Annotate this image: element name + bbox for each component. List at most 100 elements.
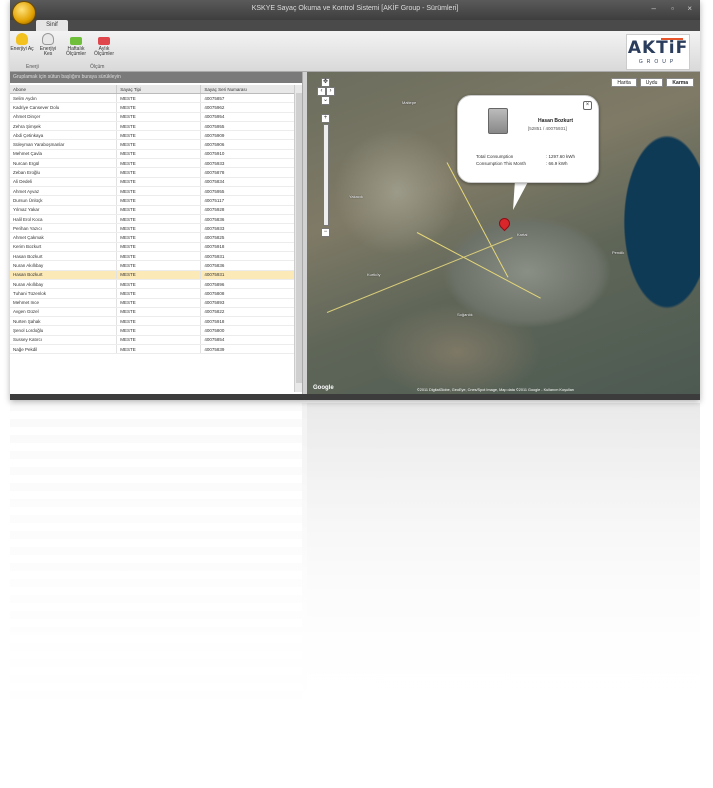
google-logo[interactable]: Google [313,385,334,391]
group-energy-label: Enerji [26,64,39,70]
cell-sayac-tipi: MESTE [116,232,202,243]
pan-down-button[interactable]: ⌄ [321,96,330,105]
info-window: × Hasan Bozkurt [52851 / 40075931] Total… [457,95,599,183]
table-row[interactable]: Abdi Çetinkaya MESTE 40075909 [10,130,302,141]
map-type-karma[interactable]: Karma [666,78,694,87]
table-row[interactable]: Şenol Lordoğlu MESTE 40075800 [10,325,302,336]
table-header-row: Abone Sayaç Tipi Sayaç Seri Numarası [10,85,302,94]
cell-abone: Hasan Bozkurt [10,270,118,280]
cell-abone: Zehra Şimşek [10,121,118,132]
energy-on-button[interactable]: Enerjiyi Aç [10,33,34,52]
app-window: KSKYE Sayaç Okuma ve Kontrol Sistemi [AK… [10,0,700,400]
total-consumption-label: Total Consumption [476,154,514,159]
cell-seri-no: 40075906 [200,139,302,150]
minimize-button[interactable]: – [652,4,656,13]
bulb-off-icon [42,33,54,45]
cell-abone: Nuran Akıllıbay [10,279,118,290]
table-row[interactable]: Mehmet Çavla MESTE 40075910 [10,149,302,160]
table-row[interactable]: Nurcan Ergül MESTE 40075933 [10,158,302,169]
window-title: KSKYE Sayaç Okuma ve Kontrol Sistemi [AK… [251,5,459,12]
column-header-sayac-tipi[interactable]: Sayaç Tipi [116,85,202,94]
table-row[interactable]: Avgen Güzel MESTE 40075822 [10,307,302,318]
weekly-measurements-button[interactable]: Haftalık Ölçümler [64,33,88,57]
cell-sayac-tipi: MESTE [116,251,202,262]
cell-abone: Mehmet Ince [10,298,118,308]
cell-sayac-tipi: MESTE [116,130,202,141]
close-icon[interactable]: × [583,101,592,110]
cell-sayac-tipi: MESTE [116,102,202,113]
cell-sayac-tipi: MESTE [116,139,202,150]
cell-sayac-tipi: MESTE [116,205,202,215]
table-row[interactable]: Halil Erol Koca MESTE 40075836 [10,214,302,225]
table-row[interactable]: Zehra Şimşek MESTE 40075955 [10,121,302,132]
table-row[interactable]: Hasan Bozkurt MESTE 40075931 [10,270,302,280]
group-by-bar[interactable]: Gruplamak için sütun başlığını buraya sü… [10,72,302,83]
table-row[interactable]: Zeban Eroğlu MESTE 40075878 [10,167,302,178]
title-bar: KSKYE Sayaç Okuma ve Kontrol Sistemi [AK… [10,0,700,20]
table-row[interactable]: Nurten Şahak MESTE 40075918 [10,316,302,327]
cell-seri-no: 40075931 [200,251,302,262]
table-row[interactable]: Mehmet Ince MESTE 40075893 [10,298,302,308]
table-row[interactable]: Nağe Pekdil MESTE 40075839 [10,344,302,355]
table-row[interactable]: Yılmaz Yakar MESTE 40075928 [10,205,302,215]
monthly-measurements-label: Aylık Ölçümler [93,46,114,57]
table-row[interactable]: Kerim Bozkurt MESTE 40075918 [10,242,302,253]
map-label: Soğanlık [457,312,473,317]
table-row[interactable]: Hasan Bozkurt MESTE 40075931 [10,251,302,262]
cell-seri-no: 40075854 [200,335,302,346]
map-type-uydu[interactable]: Uydu [639,78,664,87]
monthly-measurements-button[interactable]: Aylık Ölçümler [92,33,116,57]
pan-left-button[interactable]: ‹ [317,87,326,96]
map-type-harita[interactable]: Harita [611,78,637,87]
table-row[interactable]: Selim Aydın MESTE 40075857 [10,93,302,104]
cell-sayac-tipi: MESTE [116,344,202,355]
map-type-switcher: Harita Uydu Karma [611,78,694,87]
cell-abone: Sussey Katırcı [10,335,118,346]
energy-off-button[interactable]: Enerjiyi Kes [36,33,60,57]
cell-abone: Ali Dedeli [10,177,118,187]
table-row[interactable]: Nuran Akıllıbay MESTE 40075896 [10,279,302,290]
cell-sayac-tipi: MESTE [116,186,202,197]
cell-seri-no: 40075834 [200,177,302,187]
cell-sayac-tipi: MESTE [116,288,202,299]
application-menu-orb[interactable] [12,1,36,25]
cell-sayac-tipi: MESTE [116,335,202,346]
cell-sayac-tipi: MESTE [116,93,202,104]
satellite-map[interactable]: Maltepe Yakacık Kartal Pendik Kurtköy So… [307,72,700,394]
energy-off-label: Enerjiyi Kes [39,46,57,57]
table-row[interactable]: Ahmet Ayvaz MESTE 40075955 [10,186,302,197]
column-header-abone[interactable]: Abone [10,85,118,94]
table-row[interactable]: Tuhani Tüzenlok MESTE 40075808 [10,288,302,299]
table-row[interactable]: Ahmet Çakmak MESTE 40075825 [10,232,302,243]
map-pan-icon[interactable]: ✥ [321,78,330,87]
zoom-in-button[interactable]: + [321,114,330,123]
table-row[interactable]: Perihan Yazıcı MESTE 40075933 [10,223,302,234]
zoom-out-button[interactable]: − [321,228,330,237]
reflection-fade [10,403,700,788]
table-row[interactable]: Ahmet Dinçer MESTE 40075954 [10,112,302,122]
zoom-slider[interactable] [323,124,329,226]
location-pin-icon[interactable] [496,215,513,232]
cell-seri-no: 40075839 [200,344,302,355]
pan-right-button[interactable]: › [326,87,335,96]
tab-sinif[interactable]: Sinif [36,20,68,31]
table-row[interactable]: Ali Dedeli MESTE 40075834 [10,177,302,187]
month-consumption-label: Consumption This Month [476,161,526,166]
maximize-button[interactable]: ▫ [671,4,674,13]
ribbon-tab-row: Sinif [10,20,700,31]
cell-abone: Kadriye Cansever Dolu [10,102,118,113]
table-row[interactable]: Süleyman Yaraboşmanlar MESTE 40075906 [10,139,302,150]
table-row[interactable]: Kadriye Cansever Dolu MESTE 40075962 [10,102,302,113]
popup-subscriber-name: Hasan Bozkurt [538,118,574,124]
weekly-measurements-label: Haftalık Ölçümler [65,46,86,57]
ribbon: Enerjiyi Aç Enerjiyi Kes Haftalık Ölçüml… [10,31,700,72]
table-row[interactable]: Dursun Ünlüçk MESTE 40075117 [10,195,302,206]
close-button[interactable]: × [687,4,692,13]
map-road [326,237,513,313]
column-header-seri-no[interactable]: Sayaç Seri Numarası [200,85,302,94]
table-row[interactable]: Sussey Katırcı MESTE 40075854 [10,335,302,346]
table-row[interactable]: Nuran Akıllıbay MESTE 40075836 [10,260,302,271]
map-zoom-control: ✥ ‹ › ⌄ + − [317,78,335,238]
cell-abone: Nağe Pekdil [10,344,118,355]
cell-seri-no: 40075836 [200,260,302,271]
